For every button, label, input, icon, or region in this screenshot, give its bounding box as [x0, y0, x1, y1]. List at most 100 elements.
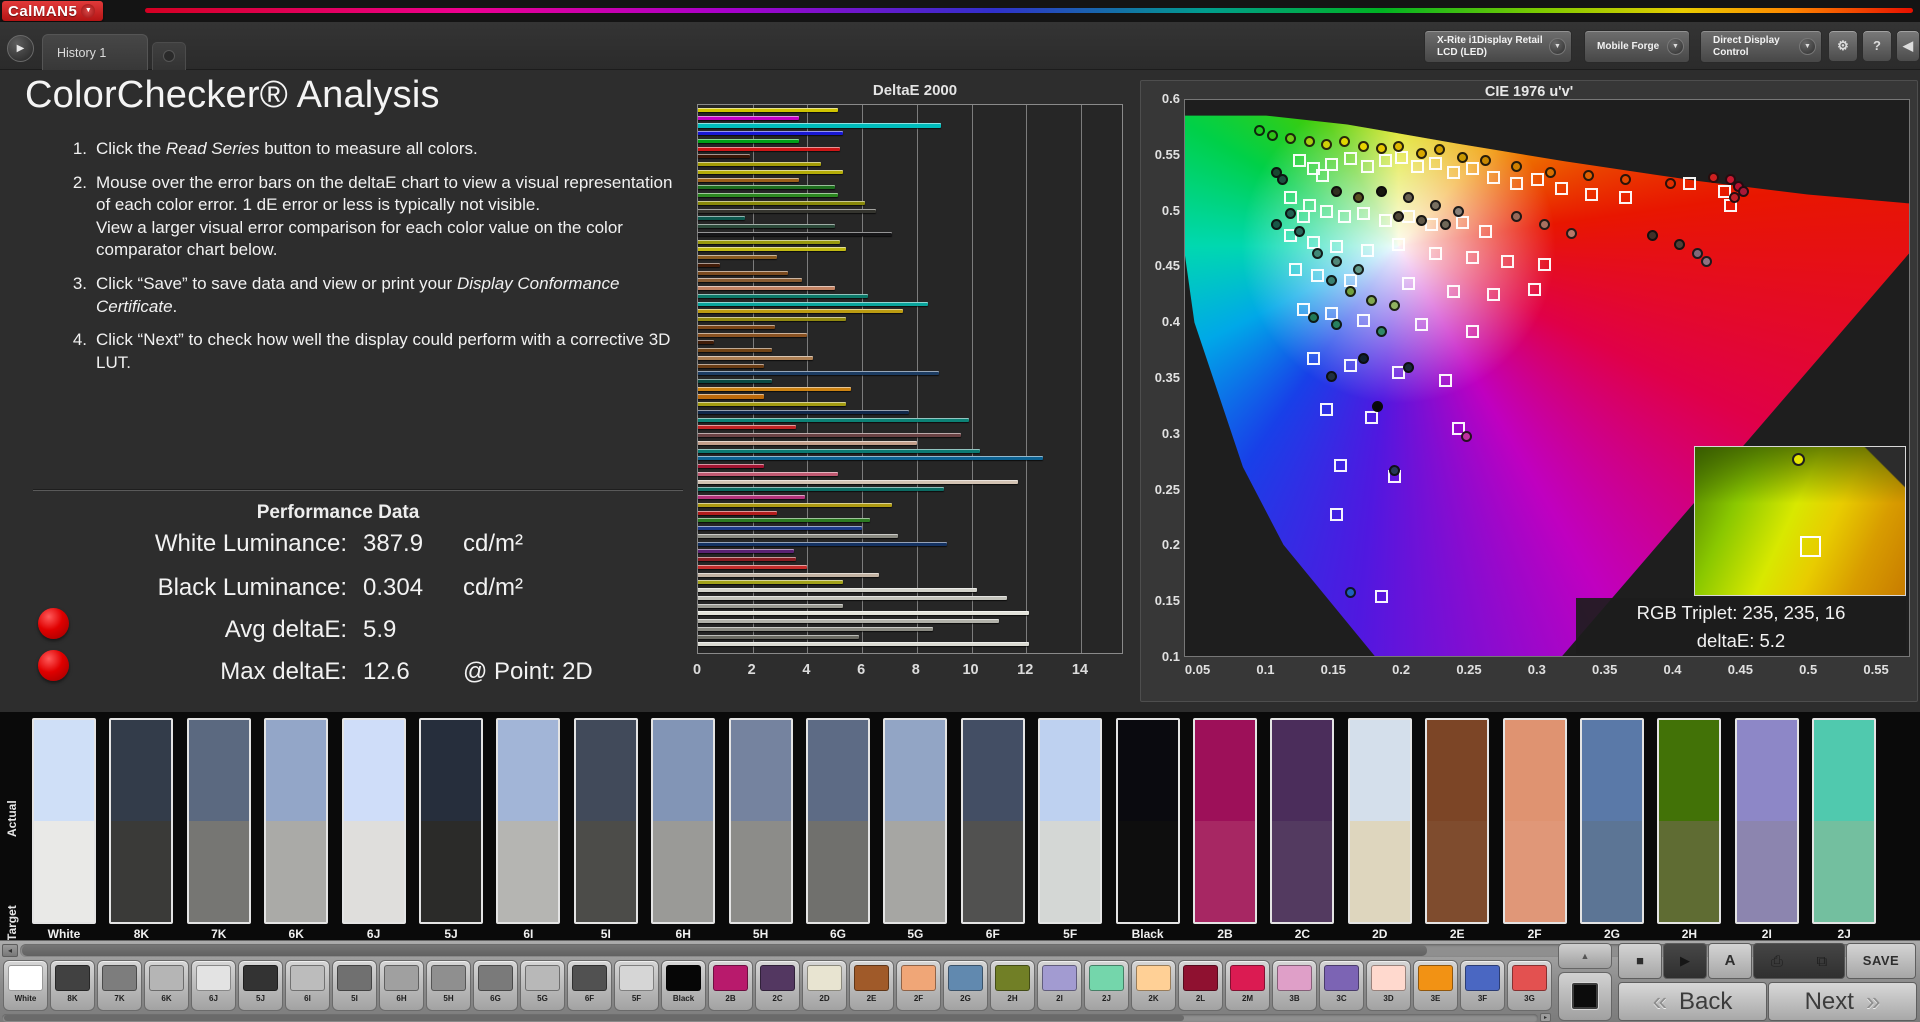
deltae-bar[interactable]	[698, 348, 772, 353]
cie-measured-point[interactable]	[1358, 352, 1370, 364]
deltae-bar[interactable]	[698, 487, 945, 492]
cie-measured-point[interactable]	[1545, 166, 1557, 178]
patch-swatch-button[interactable]: 6J	[191, 960, 236, 1011]
patch-swatch-button[interactable]: 3E	[1413, 960, 1458, 1011]
deltae-bar[interactable]	[698, 433, 961, 438]
read-series-button[interactable]: ▶	[1663, 943, 1707, 979]
deltae-bar[interactable]	[698, 371, 939, 376]
patch-swatch-button[interactable]: 2G	[943, 960, 988, 1011]
patch-swatch-button[interactable]: 2C	[755, 960, 800, 1011]
deltae-bar[interactable]	[698, 595, 1008, 600]
cie-measured-point[interactable]	[1728, 192, 1740, 204]
meter-dropdown[interactable]: X-Rite i1Display Retail LCD (LED) ▼	[1424, 30, 1572, 63]
deltae-bar[interactable]	[698, 177, 800, 182]
deltae-bar[interactable]	[698, 169, 843, 174]
deltae-bar[interactable]	[698, 642, 1029, 647]
deltae-bar[interactable]	[698, 355, 813, 360]
workflow-menu-button[interactable]: ▶	[7, 35, 34, 62]
cie-measured-point[interactable]	[1664, 177, 1676, 189]
deltae-bar[interactable]	[698, 394, 764, 399]
tab-history-1[interactable]: History 1	[42, 34, 148, 70]
patch-swatch-button[interactable]: 3B	[1272, 960, 1317, 1011]
deltae-bar[interactable]	[698, 626, 934, 631]
scrollbar-thumb[interactable]	[22, 945, 1427, 956]
deltae-bar[interactable]	[698, 448, 980, 453]
patch-swatch-button[interactable]: 2L	[1178, 960, 1223, 1011]
patch-swatch-button[interactable]: 5H	[426, 960, 471, 1011]
patch-window-button[interactable]	[1558, 972, 1612, 1021]
cie-measured-point[interactable]	[1371, 400, 1383, 412]
read-continuous-button[interactable]: A	[1708, 943, 1752, 979]
patch-swatch-button[interactable]: 6F	[567, 960, 612, 1011]
deltae-bar[interactable]	[698, 564, 808, 569]
add-tab-button[interactable]	[152, 42, 186, 70]
deltae-bar[interactable]	[698, 402, 846, 407]
save-button[interactable]: SAVE	[1846, 943, 1916, 979]
deltae-bar[interactable]	[698, 239, 841, 244]
cie-measured-point[interactable]	[1738, 185, 1750, 197]
cie-measured-point[interactable]	[1294, 225, 1306, 237]
cie-measured-point[interactable]	[1389, 464, 1401, 476]
deltae-bar[interactable]	[698, 379, 772, 384]
patch-swatch-button[interactable]: 2E	[849, 960, 894, 1011]
deltae-bar[interactable]	[698, 549, 794, 554]
app-menu-button[interactable]: CalMAN5 ▼	[2, 1, 104, 21]
deltae-bar[interactable]	[698, 286, 835, 291]
deltae-bar[interactable]	[698, 386, 852, 391]
deltae-bar[interactable]	[698, 588, 978, 593]
patch-swatch-button[interactable]: 6H	[379, 960, 424, 1011]
patch-swatch-button[interactable]: White	[3, 960, 48, 1011]
patch-swatch-button[interactable]: 8K	[50, 960, 95, 1011]
deltae-bar[interactable]	[698, 502, 893, 507]
settings-button[interactable]: ⚙	[1828, 30, 1858, 62]
patch-swatch-button[interactable]: 2D	[802, 960, 847, 1011]
deltae-bar[interactable]	[698, 471, 838, 476]
patch-swatch-button[interactable]: 6G	[473, 960, 518, 1011]
deltae-bar[interactable]	[698, 541, 947, 546]
deltae-bar[interactable]	[698, 619, 999, 624]
deltae-bar[interactable]	[698, 557, 797, 562]
cie-measured-point[interactable]	[1538, 218, 1550, 230]
deltae-bar[interactable]	[698, 138, 800, 143]
deltae-bar[interactable]	[698, 193, 838, 198]
patch-swatch-button[interactable]: 2M	[1225, 960, 1270, 1011]
deltae-bar[interactable]	[698, 216, 745, 221]
deltae-bar[interactable]	[698, 324, 775, 329]
deltae-bar[interactable]	[698, 301, 928, 306]
deltae-bar[interactable]	[698, 185, 835, 190]
print-icon[interactable]: ⎙	[1771, 953, 1783, 970]
patch-swatch-button[interactable]: 3G	[1507, 960, 1552, 1011]
cie-measured-point[interactable]	[1307, 311, 1319, 323]
cie-measured-point[interactable]	[1276, 174, 1288, 186]
patch-swatch-button[interactable]: 5F	[614, 960, 659, 1011]
cie-measured-point[interactable]	[1375, 143, 1387, 155]
deltae-bar[interactable]	[698, 611, 1029, 616]
deltae-bar[interactable]	[698, 425, 797, 430]
cie-measured-point[interactable]	[1375, 326, 1387, 338]
help-button[interactable]: ?	[1862, 30, 1892, 62]
deltae-bar[interactable]	[698, 293, 868, 298]
patch-swatch-button[interactable]: 2B	[708, 960, 753, 1011]
deltae-bar[interactable]	[698, 603, 843, 608]
cie-measured-point[interactable]	[1565, 227, 1577, 239]
cie-measured-point[interactable]	[1358, 140, 1370, 152]
cie-measured-point[interactable]	[1253, 125, 1265, 137]
source-dropdown[interactable]: Mobile Forge ▼	[1584, 30, 1690, 63]
deltae-bar[interactable]	[698, 208, 876, 213]
swatch-scrollbar-thumb[interactable]	[4, 1015, 1184, 1021]
cie-measured-point[interactable]	[1416, 147, 1428, 159]
patch-swatch-button[interactable]: 2H	[990, 960, 1035, 1011]
deltae-bar[interactable]	[698, 572, 879, 577]
deltae-bar[interactable]	[698, 278, 802, 283]
swatch-scroll-right-button[interactable]: ▸	[1540, 1013, 1551, 1022]
deltae-bar[interactable]	[698, 510, 778, 515]
patch-swatch-button[interactable]: 2K	[1131, 960, 1176, 1011]
deltae-bar[interactable]	[698, 154, 750, 159]
cie-measured-point[interactable]	[1439, 218, 1451, 230]
cie-measured-point[interactable]	[1352, 192, 1364, 204]
deltae-bar[interactable]	[698, 131, 843, 136]
patch-swatch-button[interactable]: Black	[661, 960, 706, 1011]
patch-swatch-button[interactable]: 2J	[1084, 960, 1129, 1011]
deltae-bar[interactable]	[698, 247, 846, 252]
deltae-bar[interactable]	[698, 255, 778, 260]
